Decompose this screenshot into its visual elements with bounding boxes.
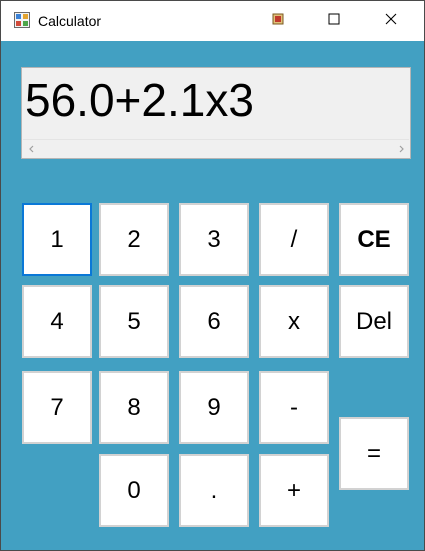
- divide-button[interactable]: /: [259, 203, 329, 276]
- scroll-left-icon[interactable]: [23, 140, 40, 157]
- key-9-button[interactable]: 9: [179, 371, 249, 444]
- delete-button[interactable]: Del: [339, 285, 409, 358]
- subtract-button[interactable]: -: [259, 371, 329, 444]
- key-5-button[interactable]: 5: [99, 285, 169, 358]
- key-0-button[interactable]: 0: [99, 454, 169, 527]
- calculator-body: 56.0+2.1x3 1 2 3 / CE 4 5 6 x Del 7 8 9 …: [1, 41, 424, 550]
- clear-entry-button[interactable]: CE: [339, 203, 409, 276]
- close-icon: [385, 12, 397, 30]
- add-button[interactable]: +: [259, 454, 329, 527]
- multiply-button[interactable]: x: [259, 285, 329, 358]
- key-1-button[interactable]: 1: [22, 203, 92, 276]
- display-value: 56.0+2.1x3: [25, 74, 254, 126]
- horizontal-scrollbar[interactable]: [23, 139, 409, 157]
- close-button[interactable]: [368, 1, 414, 41]
- key-3-button[interactable]: 3: [179, 203, 249, 276]
- key-4-button[interactable]: 4: [22, 285, 92, 358]
- maximize-icon: [328, 12, 340, 30]
- scroll-right-icon[interactable]: [392, 140, 409, 157]
- key-8-button[interactable]: 8: [99, 371, 169, 444]
- key-6-button[interactable]: 6: [179, 285, 249, 358]
- calculator-app-icon: [14, 12, 30, 28]
- window-title: Calculator: [38, 13, 102, 29]
- key-2-button[interactable]: 2: [99, 203, 169, 276]
- maximize-button[interactable]: [311, 1, 357, 41]
- decimal-button[interactable]: .: [179, 454, 249, 527]
- calculator-window: Calculator 56.0+2.1x3 1 2 3 / CE 4 5 6 x…: [0, 0, 425, 551]
- key-7-button[interactable]: 7: [22, 371, 92, 444]
- title-bar[interactable]: Calculator: [1, 1, 424, 41]
- display-textbox[interactable]: 56.0+2.1x3: [21, 67, 411, 159]
- equals-button[interactable]: =: [339, 417, 409, 490]
- minimize-button[interactable]: [255, 1, 301, 41]
- minimize-icon: [272, 12, 284, 30]
